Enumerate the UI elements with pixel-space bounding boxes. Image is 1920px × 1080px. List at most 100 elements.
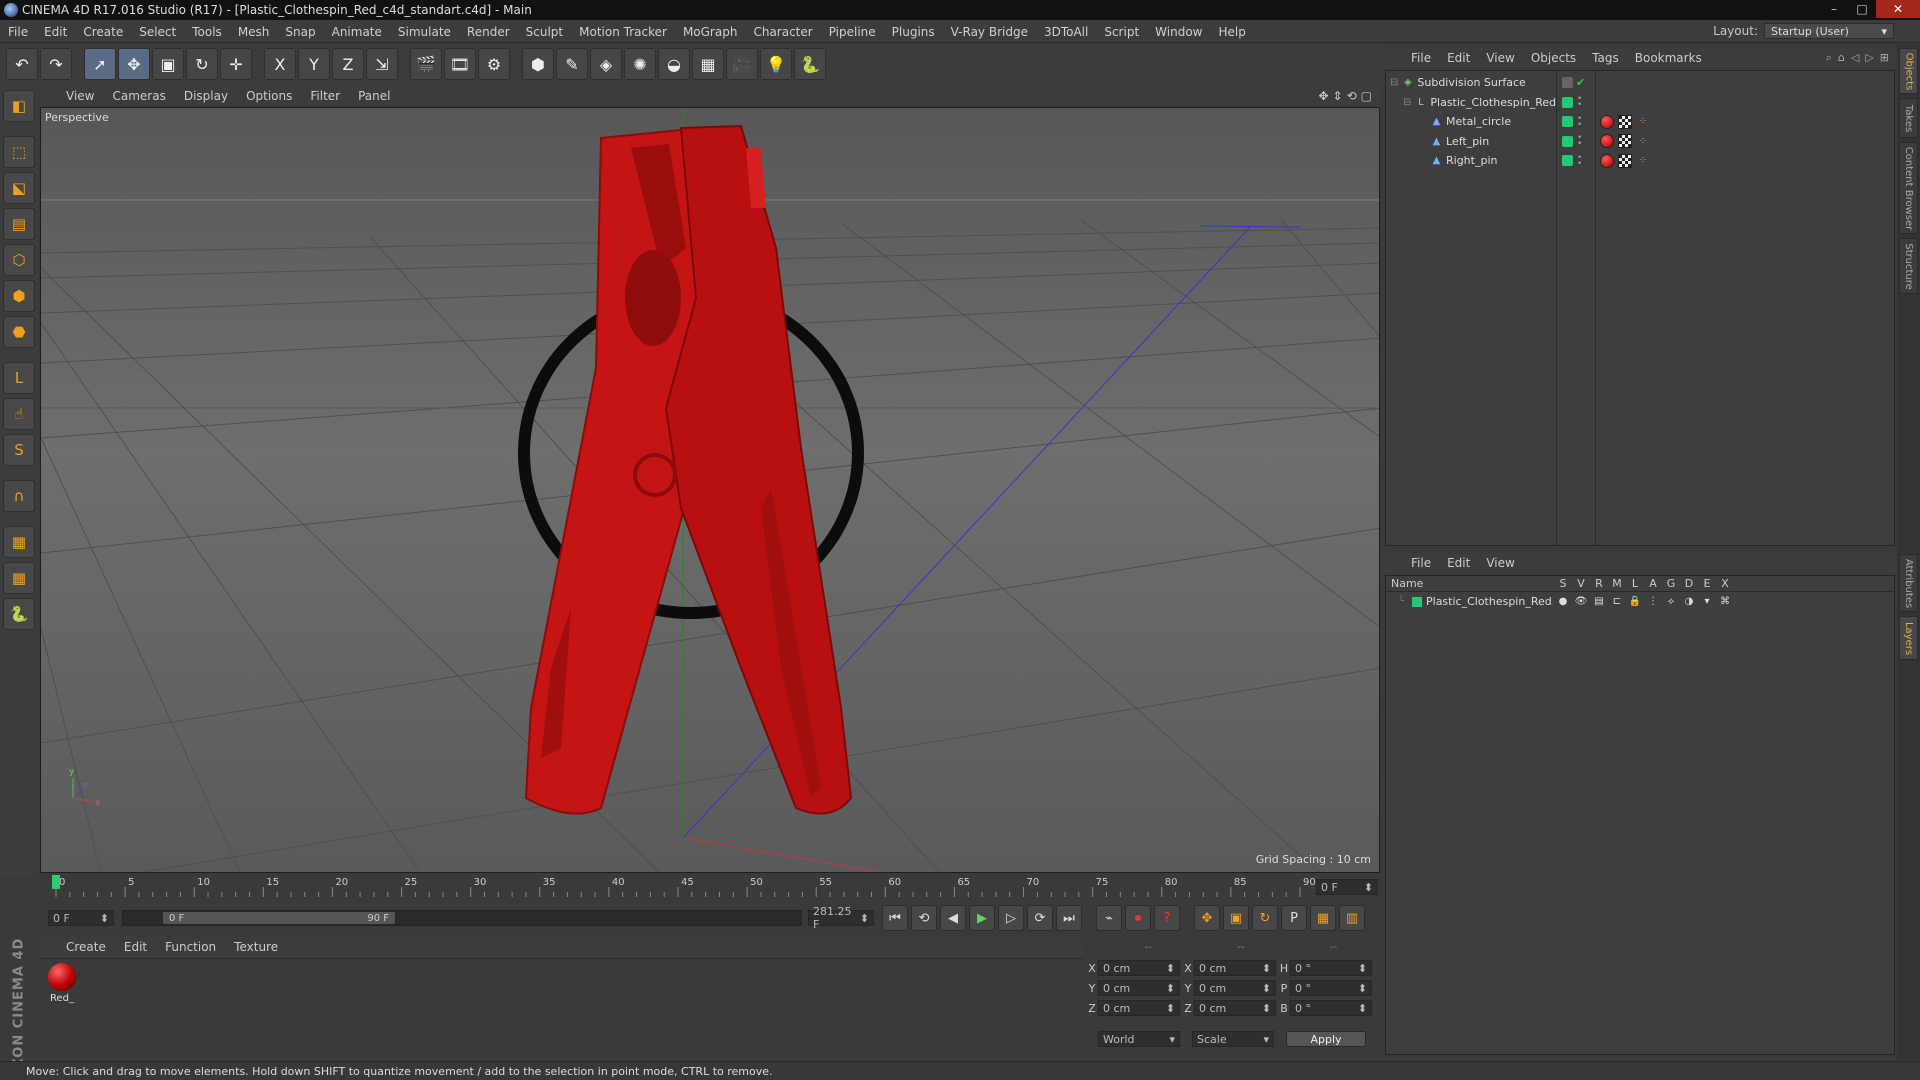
rotation-b-field[interactable]: 0 ° ⬍ (1290, 1000, 1372, 1016)
axis-mode-button[interactable]: L (3, 362, 35, 394)
last-tool-button[interactable]: ✛ (220, 48, 252, 80)
object-row[interactable]: ▲ Right_pin • • ⁘ (1386, 151, 1894, 170)
menu-file[interactable]: File (0, 25, 36, 39)
tab-objects[interactable]: Objects (1899, 48, 1918, 94)
tweak-mode-button[interactable]: ☝ (3, 398, 35, 430)
menu-tools[interactable]: Tools (184, 25, 230, 39)
layer-col-x[interactable]: X (1716, 577, 1734, 590)
apply-button[interactable]: Apply (1286, 1031, 1366, 1047)
perspective-viewport[interactable]: y x z Perspective Grid Spacing : 10 cm (40, 107, 1380, 873)
uvw-tag-icon[interactable] (1618, 114, 1632, 129)
edges-mode-button[interactable]: ⬢ (3, 280, 35, 312)
menu-3dtoall[interactable]: 3DToAll (1036, 25, 1096, 39)
edit-render-settings-button[interactable]: ⚙ (478, 48, 510, 80)
undo-button[interactable]: ↶ (6, 48, 38, 80)
menu-mograph[interactable]: MoGraph (675, 25, 746, 39)
zoom-icon[interactable]: ⇕ (1333, 89, 1343, 103)
tab-takes[interactable]: Takes (1899, 98, 1918, 138)
back-icon[interactable]: ◁ (1851, 51, 1859, 65)
timeline-ruler[interactable]: 0 5 10 15 20 25 30 35 40 45 50 55 60 65 70 75 80 85 90 0 F… (40, 875, 1380, 899)
phong-tag-icon[interactable]: ⁘ (1636, 134, 1650, 148)
manager-toggle-icon[interactable]: ⊏ (1610, 596, 1624, 607)
material-tag-icon[interactable] (1600, 114, 1614, 129)
go-to-start-button[interactable]: ⏮ (882, 905, 908, 931)
material-menu-create[interactable]: Create (58, 940, 116, 954)
visibility-dots-icon[interactable]: • • (1577, 134, 1582, 149)
lm-menu-edit[interactable]: Edit (1439, 556, 1478, 570)
model-mode-button[interactable]: ⬚ (3, 136, 35, 168)
om-menu-bookmarks[interactable]: Bookmarks (1627, 51, 1710, 65)
tab-content-browser[interactable]: Content Browser (1899, 142, 1918, 234)
menu-snap[interactable]: Snap (277, 25, 323, 39)
layer-col-e[interactable]: E (1698, 577, 1716, 590)
layer-col-m[interactable]: M (1608, 577, 1626, 590)
om-menu-tags[interactable]: Tags (1584, 51, 1627, 65)
viewport-menu-panel[interactable]: Panel (350, 89, 400, 103)
layer-col-a[interactable]: A (1644, 577, 1662, 590)
solo-toggle-icon[interactable]: ● (1556, 596, 1570, 607)
magnet-button[interactable]: ∩ (3, 480, 35, 512)
enabled-check-icon[interactable]: ✔ (1576, 76, 1585, 89)
expressions-toggle-icon[interactable]: ▾ (1700, 596, 1714, 607)
uvw-tag-icon[interactable] (1618, 134, 1632, 148)
z-axis-button[interactable]: Z (332, 48, 364, 80)
lm-menu-file[interactable]: File (1403, 556, 1439, 570)
menu-sculpt[interactable]: Sculpt (518, 25, 571, 39)
next-frame-button[interactable]: ▷ (998, 905, 1024, 931)
viewport-menu-display[interactable]: Display (176, 89, 238, 103)
om-menu-edit[interactable]: Edit (1439, 51, 1478, 65)
rotate-button[interactable]: ↻ (186, 48, 218, 80)
layer-color-icon[interactable] (1562, 135, 1573, 147)
frame-range-handle[interactable]: 0 F 90 F (163, 912, 395, 924)
current-frame-field[interactable]: 0 F ⬍ (48, 910, 114, 926)
phong-tag-icon[interactable]: ⁘ (1636, 115, 1650, 129)
layer-color-icon[interactable] (1562, 116, 1573, 127)
menu-help[interactable]: Help (1210, 25, 1253, 39)
workplane-button[interactable]: ▤ (3, 208, 35, 240)
fps-field[interactable]: 281.25 F ⬍ (808, 905, 874, 931)
live-selection-button[interactable]: ➚ (84, 48, 116, 80)
home-icon[interactable]: ⌂ (1838, 51, 1845, 65)
close-button[interactable]: ✕ (1876, 0, 1920, 18)
key-position-icon[interactable]: ✥ (1194, 905, 1220, 931)
visibility-dots-icon[interactable]: • • (1577, 95, 1582, 110)
snap-grid-button[interactable]: ▦ (3, 526, 35, 558)
texture-mode-button[interactable]: ⬕ (3, 172, 35, 204)
object-row[interactable]: ▲ Metal_circle • • ⁘ (1386, 112, 1894, 131)
key-parameter-icon[interactable]: P (1281, 905, 1307, 931)
lock-toggle-icon[interactable]: 🔒 (1628, 596, 1642, 607)
layer-row[interactable]: └ Plastic_Clothespin_Red ● 👁 ▤ ⊏ 🔒 ⋮ ⟡ ◑… (1386, 593, 1894, 610)
layer-color-swatch[interactable] (1412, 596, 1422, 607)
search-icon[interactable]: ⌕ (1826, 51, 1832, 65)
rotation-p-field[interactable]: 0 ° ⬍ (1290, 980, 1372, 996)
previous-key-button[interactable]: ⟲ (911, 905, 937, 931)
menu-render[interactable]: Render (459, 25, 518, 39)
object-row[interactable]: ⊟ ◈ Subdivision Surface ✔ (1386, 73, 1894, 92)
material-menu-texture[interactable]: Texture (226, 940, 288, 954)
menu-character[interactable]: Character (745, 25, 820, 39)
layer-col-s[interactable]: S (1554, 577, 1572, 590)
visible-toggle-icon[interactable]: 👁 (1574, 596, 1588, 607)
polygons-mode-button[interactable]: ⬣ (3, 316, 35, 348)
light-button[interactable]: 💡 (760, 48, 792, 80)
size-y-field[interactable]: 0 cm ⬍ (1194, 980, 1276, 996)
cube-button[interactable]: ⬢ (522, 48, 554, 80)
om-menu-file[interactable]: File (1403, 51, 1439, 65)
tab-layers[interactable]: Layers (1899, 616, 1918, 660)
play-button[interactable]: ▶ (969, 905, 995, 931)
camera-button[interactable]: 🎥 (726, 48, 758, 80)
animation-toggle-icon[interactable]: ⋮ (1646, 596, 1660, 607)
material-tag-icon[interactable] (1600, 134, 1614, 148)
material-tag-icon[interactable] (1600, 153, 1614, 168)
om-menu-view[interactable]: View (1478, 51, 1522, 65)
om-menu-objects[interactable]: Objects (1523, 51, 1584, 65)
tab-attributes[interactable]: Attributes (1899, 554, 1918, 612)
layer-col-v[interactable]: V (1572, 577, 1590, 590)
world-coordinates-button[interactable]: ⇲ (366, 48, 398, 80)
key-pla-icon[interactable]: ▦ (1310, 905, 1336, 931)
go-to-end-button[interactable]: ⏭ (1056, 905, 1082, 931)
lm-menu-view[interactable]: View (1478, 556, 1522, 570)
solo-button[interactable]: S (3, 434, 35, 466)
menu-script[interactable]: Script (1096, 25, 1147, 39)
record-button[interactable]: ⏺ (1125, 905, 1151, 931)
